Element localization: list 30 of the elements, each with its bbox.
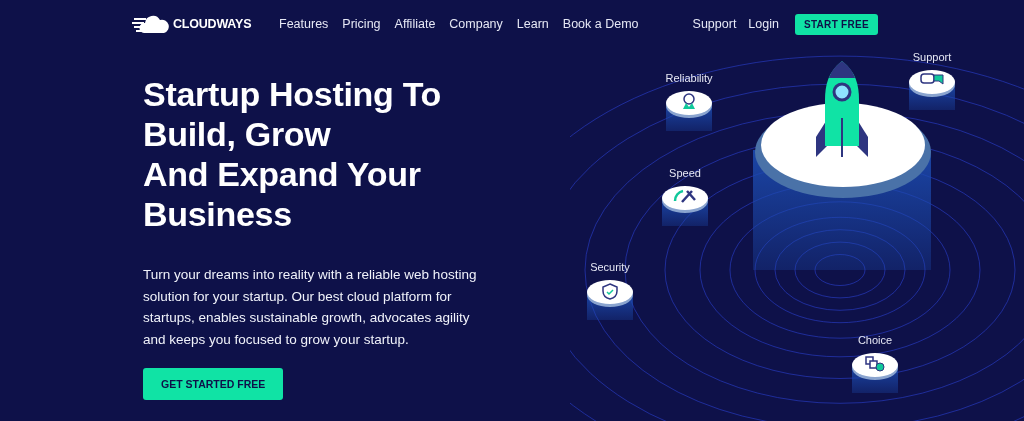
nav-link[interactable]: Learn xyxy=(516,17,549,31)
get-started-button[interactable]: GET STARTED FREE xyxy=(143,368,284,400)
brand-name[interactable]: CLOUDWAYS xyxy=(173,17,252,31)
award-ribbon-icon xyxy=(683,93,695,109)
nav-link[interactable]: Pricing xyxy=(342,17,381,31)
shield-check-icon xyxy=(602,283,618,300)
pedestal-drawing xyxy=(909,70,955,110)
start-free-button[interactable]: START FREE xyxy=(794,13,878,35)
rocket-icon xyxy=(816,61,868,158)
nav-link[interactable]: Support xyxy=(692,17,737,31)
nav-link[interactable]: Features xyxy=(279,17,329,31)
chat-bubbles-icon xyxy=(920,73,944,85)
cloud-logo-icon xyxy=(132,14,170,34)
feature-label: Choice xyxy=(856,334,894,346)
hero-heading: Startup Hosting To Build, Grow And Expand Your Business xyxy=(143,74,443,234)
pedestal-drawing xyxy=(587,280,633,320)
feature-label: Security xyxy=(589,261,631,273)
nav-link[interactable]: Book a Demo xyxy=(562,17,639,31)
pedestal-drawing xyxy=(662,186,708,226)
nav-link[interactable]: Affiliate xyxy=(394,17,436,31)
nav-link[interactable]: Login xyxy=(748,17,779,31)
hero-description: Turn your dreams into reality with a reliable web hosting solution for your startup. Our best cloud platform for startups, enables sustainable growth, advocates agility and keeps you focused to grow your startup. xyxy=(143,266,478,349)
feature-label: Support xyxy=(911,51,953,63)
nav-link[interactable]: Company xyxy=(449,17,503,31)
shapes-icon xyxy=(865,356,885,372)
speedometer-icon xyxy=(673,189,697,204)
pedestal-drawing xyxy=(852,353,898,393)
feature-label: Reliability xyxy=(664,72,714,84)
feature-label: Speed xyxy=(668,167,702,179)
pedestal-drawing xyxy=(666,91,712,131)
